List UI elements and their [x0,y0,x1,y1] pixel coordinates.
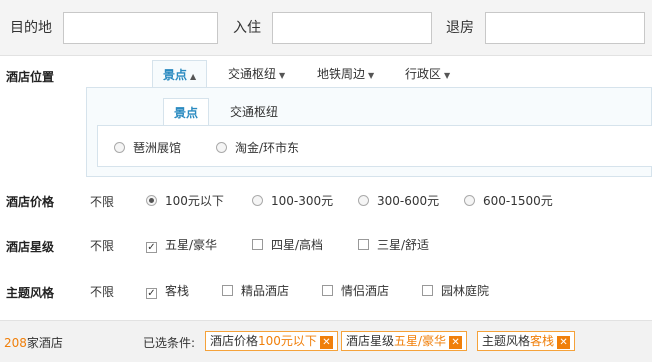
tag-prefix: 主题风格 [482,334,531,348]
checkout-input[interactable] [485,12,645,44]
option-label: 精品酒店 [241,284,290,298]
radio-icon [358,195,369,206]
hotel-count: 208家酒店 [4,334,63,351]
tab-attractions[interactable]: 景点 ▲ [152,60,208,88]
option-label: 三星/舒适 [377,238,430,252]
star-option-1[interactable]: 四星/高档 [252,236,323,253]
checkin-label: 入住 [233,20,261,36]
option-label: 园林庭院 [441,284,490,298]
location-options: 琶洲展馆 淘金/环市东 [97,125,652,167]
price-option-3[interactable]: 600-1500元 [464,192,553,209]
tag-value: 100元以下 [258,334,317,348]
tab-district[interactable]: 行政区 ▼ [405,60,450,88]
sub-tab-transport-hub[interactable]: 交通枢纽 [230,98,278,126]
checkbox-icon [252,239,263,250]
theme-option-1[interactable]: 精品酒店 [222,282,289,299]
hotel-count-number: 208 [4,336,27,350]
checkbox-checked-icon: ✓ [146,288,157,299]
tab-label: 交通枢纽 [228,67,277,81]
option-label: 300-600元 [377,194,440,208]
checkin-input[interactable] [272,12,432,44]
location-label: 酒店位置 [6,70,55,84]
option-label: 100元以下 [165,194,224,208]
option-label: 淘金/环市东 [235,141,300,155]
price-option-0[interactable]: 100元以下 [146,192,224,209]
tab-label: 景点 [163,68,188,82]
star-unlimited[interactable]: 不限 [90,237,114,254]
option-label: 情侣酒店 [341,284,390,298]
radio-icon [252,195,263,206]
selected-tag-theme: 主题风格客栈 ✕ [477,331,576,351]
tag-prefix: 酒店星级 [346,334,395,348]
star-label: 酒店星级 [6,240,55,254]
tab-metro[interactable]: 地铁周边 ▼ [317,60,374,88]
option-label: 四星/高档 [271,238,324,252]
option-label: 琶洲展馆 [133,141,182,155]
tag-value: 客栈 [530,334,555,348]
close-icon[interactable]: ✕ [319,336,333,349]
checkbox-icon [358,239,369,250]
theme-option-0[interactable]: ✓ 客栈 [146,282,189,299]
option-label: 100-300元 [271,194,334,208]
radio-checked-icon [146,195,157,206]
checkbox-icon [422,285,433,296]
theme-unlimited[interactable]: 不限 [90,283,114,300]
caret-down-icon: ▼ [279,71,286,80]
location-sub-panel: 景点 交通枢纽 琶洲展馆 淘金/环市东 [86,87,652,177]
option-label: 600-1500元 [483,194,553,208]
caret-down-icon: ▼ [444,71,451,80]
theme-option-2[interactable]: 情侣酒店 [322,282,389,299]
close-icon[interactable]: ✕ [557,336,571,349]
hotel-count-suffix: 家酒店 [26,336,63,350]
radio-icon [216,142,227,153]
search-bar: 目的地 入住 退房 [0,0,652,56]
selected-tag-price: 酒店价格100元以下 ✕ [205,331,338,351]
checkbox-icon [222,285,233,296]
selected-tag-star: 酒店星级五星/豪华 ✕ [341,331,468,351]
star-option-2[interactable]: 三星/舒适 [358,236,429,253]
selected-label: 已选条件: [143,336,196,350]
price-unlimited[interactable]: 不限 [90,193,114,210]
checkbox-icon [322,285,333,296]
option-taojin[interactable]: 淘金/环市东 [216,139,299,156]
checkbox-checked-icon: ✓ [146,242,157,253]
theme-label: 主题风格 [6,286,55,300]
caret-down-icon: ▼ [368,71,375,80]
tab-label: 行政区 [405,67,442,81]
radio-icon [114,142,125,153]
destination-label: 目的地 [10,20,52,36]
price-option-2[interactable]: 300-600元 [358,192,439,209]
close-icon[interactable]: ✕ [449,336,463,349]
tab-label: 地铁周边 [317,67,366,81]
radio-icon [464,195,475,206]
price-label: 酒店价格 [6,195,55,209]
star-option-0[interactable]: ✓ 五星/豪华 [146,236,217,253]
tag-value: 五星/豪华 [394,334,447,348]
option-label: 五星/豪华 [165,238,218,252]
price-option-1[interactable]: 100-300元 [252,192,333,209]
destination-input[interactable] [63,12,218,44]
selected-conditions-bar: 208家酒店 已选条件: 酒店价格100元以下 ✕ 酒店星级五星/豪华 ✕ 主题风格… [0,320,652,362]
option-pazhou-expo[interactable]: 琶洲展馆 [114,139,181,156]
caret-up-icon: ▲ [190,72,197,81]
sub-tab-attractions[interactable]: 景点 [163,98,210,126]
tag-prefix: 酒店价格 [210,334,259,348]
checkout-label: 退房 [446,20,474,36]
option-label: 客栈 [165,284,190,298]
theme-option-3[interactable]: 园林庭院 [422,282,489,299]
tab-transport-hub[interactable]: 交通枢纽 ▼ [228,60,285,88]
